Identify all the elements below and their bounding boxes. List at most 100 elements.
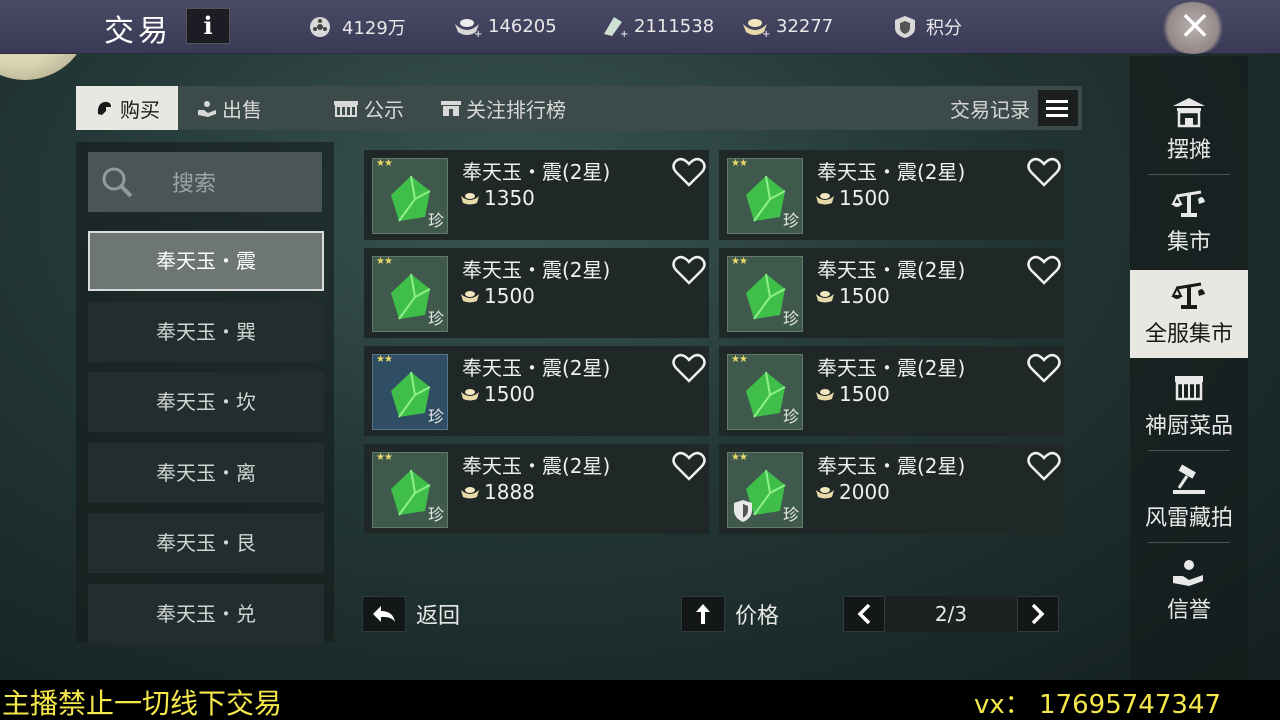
item-card[interactable]: ★★ 珍 奉天玉・震(2星) 1500 (719, 248, 1064, 338)
ingot-icon (816, 487, 834, 499)
item-card[interactable]: ★★ 珍 奉天玉・震(2星) 1350 (364, 150, 709, 240)
item-stars: ★★ (731, 158, 748, 169)
search-button[interactable]: 搜索 (88, 152, 322, 212)
heart-icon[interactable] (671, 450, 707, 482)
item-price-value: 1500 (839, 186, 890, 210)
currency-gold-value: 32277 (776, 15, 834, 37)
tab-notice-label: 公示 (364, 97, 404, 122)
category-item[interactable]: 奉天玉・震 (88, 231, 324, 291)
item-rarity-tag: 珍 (782, 505, 799, 524)
item-rarity-tag: 珍 (782, 309, 799, 328)
nav-chef-dishes-label: 神厨菜品 (1144, 414, 1233, 439)
item-card[interactable]: ★★ 珍 奉天玉・震(2星) 2000 (719, 444, 1064, 534)
item-card[interactable]: ★★ 珍 奉天玉・震(2星) 1500 (364, 346, 709, 436)
nav-market[interactable]: 集市 (1130, 178, 1248, 266)
top-bar: 交易 i 4129万 + 146205 + 2111538 + 32277 积分… (0, 0, 1280, 54)
category-item[interactable]: 奉天玉・离 (88, 443, 324, 503)
nav-auction[interactable]: 风雷藏拍 (1130, 454, 1248, 542)
item-stars: ★★ (376, 256, 393, 267)
divider (1148, 174, 1230, 175)
item-card[interactable]: ★★ 珍 奉天玉・震(2星) 1888 (364, 444, 709, 534)
shield-icon (734, 500, 752, 522)
category-item[interactable]: 奉天玉・艮 (88, 513, 324, 573)
ingot-icon (461, 487, 479, 499)
nav-chef-dishes[interactable]: 神厨菜品 (1130, 362, 1248, 450)
category-item[interactable]: 奉天玉・坎 (88, 372, 324, 432)
nav-global-market[interactable]: 全服集市 (1130, 270, 1248, 358)
scale-icon (1171, 190, 1205, 217)
nav-reputation[interactable]: 信誉 (1130, 546, 1248, 634)
scale-icon (1171, 282, 1205, 309)
item-thumbnail: ★★ 珍 (727, 158, 803, 234)
heart-icon[interactable] (671, 156, 707, 188)
category-item[interactable]: 奉天玉・兑 (88, 584, 324, 644)
item-name: 奉天玉・震(2星) (817, 356, 966, 380)
divider (1148, 542, 1230, 543)
nav-stall[interactable]: 摆摊 (1130, 86, 1248, 174)
currency-jade: + 2111538 (598, 14, 714, 38)
list-icon (1038, 90, 1078, 126)
tab-ranking[interactable]: 关注排行榜 (422, 86, 584, 130)
currency-silver-value: 146205 (488, 15, 557, 37)
item-price-value: 1350 (484, 186, 535, 210)
search-icon (102, 167, 133, 198)
tab-sell-label: 出售 (222, 97, 262, 122)
heart-icon[interactable] (671, 254, 707, 286)
jade-plus-icon: + (604, 17, 628, 38)
item-card[interactable]: ★★ 珍 奉天玉・震(2星) 1500 (719, 150, 1064, 240)
item-price-value: 1500 (839, 284, 890, 308)
right-nav: 摆摊 集市 全服集市 神厨菜品 风雷藏拍 信誉 (1130, 56, 1248, 680)
trade-log-label: 交易记录 (950, 97, 1030, 122)
heart-icon[interactable] (1026, 254, 1062, 286)
currency-silver: + 146205 (452, 14, 557, 38)
item-name: 奉天玉・震(2星) (462, 160, 611, 184)
info-button[interactable]: i (186, 8, 230, 44)
tab-buy[interactable]: 购买 (76, 86, 178, 130)
heart-icon[interactable] (1026, 450, 1062, 482)
overlay-contact-text: vx： 17695747347 (974, 690, 1222, 720)
item-price: 1500 (815, 186, 890, 210)
item-rarity-tag: 珍 (427, 211, 444, 230)
ingot-icon (816, 193, 834, 205)
item-thumbnail: ★★ 珍 (727, 256, 803, 332)
item-price: 1350 (460, 186, 535, 210)
stall-pavilion-icon (1173, 98, 1205, 128)
back-button[interactable]: 返回 (362, 596, 460, 632)
tab-notice[interactable]: 公示 (314, 86, 422, 130)
item-thumbnail: ★★ 珍 (727, 354, 803, 430)
ingot-icon (816, 389, 834, 401)
item-stars: ★★ (731, 354, 748, 365)
currency-gold: + 32277 (740, 14, 833, 38)
points-button[interactable]: 积分 (890, 14, 962, 40)
heart-icon[interactable] (1026, 352, 1062, 384)
currency-coins: 4129万 (306, 14, 406, 40)
svg-text:+: + (762, 29, 770, 38)
prev-page-button[interactable] (843, 596, 885, 632)
item-rarity-tag: 珍 (427, 505, 444, 524)
ingot-icon (461, 291, 479, 303)
item-price-value: 2000 (839, 480, 890, 504)
item-price-value: 1500 (484, 382, 535, 406)
nav-global-market-label: 全服集市 (1144, 322, 1233, 347)
price-sort-button[interactable]: 价格 (681, 596, 779, 632)
item-stars: ★★ (376, 354, 393, 365)
currency-coins-value: 4129万 (342, 18, 406, 39)
overlay-warning-text: 主播禁止一切线下交易 (2, 687, 283, 720)
ingot-icon (461, 193, 479, 205)
trade-log-button[interactable]: 交易记录 (950, 90, 1082, 126)
item-price: 1500 (460, 284, 535, 308)
category-item[interactable]: 奉天玉・巽 (88, 302, 324, 362)
item-price: 1888 (460, 480, 535, 504)
tab-bar: 购买 出售 公示 关注排行榜 交易记录 (76, 86, 1082, 130)
item-thumbnail: ★★ 珍 (372, 452, 448, 528)
heart-icon[interactable] (1026, 156, 1062, 188)
item-card[interactable]: ★★ 珍 奉天玉・震(2星) 1500 (719, 346, 1064, 436)
tab-sell[interactable]: 出售 (178, 86, 280, 130)
item-card[interactable]: ★★ 珍 奉天玉・震(2星) 1500 (364, 248, 709, 338)
next-page-button[interactable] (1017, 596, 1059, 632)
gavel-icon (1173, 464, 1205, 494)
heart-icon[interactable] (671, 352, 707, 384)
item-stars: ★★ (731, 452, 748, 463)
item-price-value: 1888 (484, 480, 535, 504)
close-button[interactable]: × (1160, 0, 1230, 52)
